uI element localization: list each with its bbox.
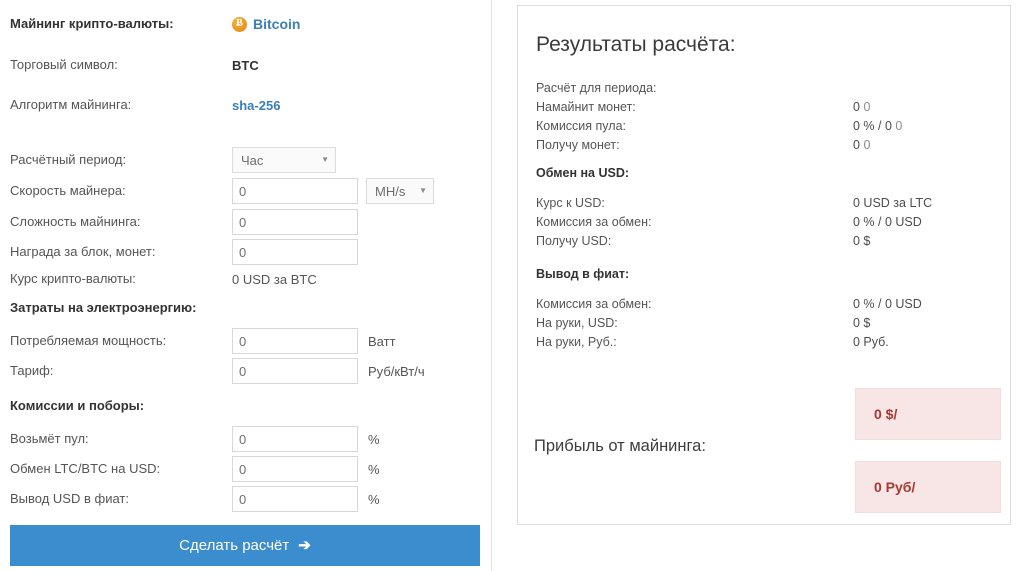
coin-price-label: Курс крипто-валюты: — [10, 271, 136, 287]
result-period-label: Расчёт для периода: — [536, 80, 657, 95]
fiat-rub-row: На руки, Руб.: 0 Руб. — [536, 332, 996, 351]
chevron-down-icon: ▼ — [321, 155, 329, 164]
result-receive-coins-value-secondary: 0 — [863, 137, 871, 152]
usd-fee-value: 0 % / 0 USD — [853, 214, 922, 229]
fiat-usd-row: На руки, USD: 0 $ — [536, 313, 996, 332]
exchange-fee-label: Обмен LTC/BTC на USD: — [10, 461, 161, 477]
profit-usd-box: 0 $/ — [855, 388, 1001, 440]
coin-price-value: 0 USD за BTC — [232, 271, 317, 287]
tariff-row: Тариф: Руб/кВт/ч — [10, 358, 479, 384]
withdraw-fee-input[interactable] — [232, 486, 358, 512]
usd-rate-row: Курс к USD: 0 USD за LTC — [536, 193, 996, 212]
usd-section-title: Обмен на USD: — [536, 165, 630, 180]
fiat-usd-value: 0 $ — [853, 315, 871, 330]
fiat-usd-label: На руки, USD: — [536, 315, 618, 330]
hashrate-input[interactable] — [232, 178, 358, 204]
usd-fee-row: Комиссия за обмен: 0 % / 0 USD — [536, 212, 996, 231]
withdraw-fee-row: Вывод USD в фиат: % — [10, 486, 479, 512]
calculate-button[interactable]: Сделать расчёт ➔ — [10, 525, 480, 566]
fiat-rub-label: На руки, Руб.: — [536, 334, 617, 349]
period-label: Расчётный период: — [10, 152, 127, 168]
block-reward-input[interactable] — [232, 239, 358, 265]
block-reward-row: Награда за блок, монет: — [10, 239, 479, 265]
usd-receive-label: Получу USD: — [536, 233, 612, 248]
result-pool-fee-label: Комиссия пула: — [536, 118, 626, 133]
bitcoin-coin-icon: Ƀ — [232, 16, 247, 32]
fiat-section-title: Вывод в фиат: — [536, 266, 630, 281]
fees-section-title: Комиссии и поборы: — [10, 398, 145, 413]
usd-receive-value: 0 $ — [853, 233, 871, 248]
profit-rub-box: 0 Руб/ — [855, 461, 1001, 513]
results-title: Результаты расчёта: — [536, 33, 736, 56]
pool-fee-unit: % — [368, 431, 380, 447]
pool-fee-input[interactable] — [232, 426, 358, 452]
power-section-title: Затраты на электроэнергию: — [10, 300, 197, 315]
result-mined-value: 0 0 — [853, 99, 871, 114]
ticker-value: BTC — [232, 57, 259, 73]
hashrate-label: Скорость майнера: — [10, 183, 126, 199]
period-selected-value: Час — [241, 152, 264, 168]
exchange-fee-input[interactable] — [232, 456, 358, 482]
hashrate-unit-select[interactable]: MH/s ▼ — [366, 178, 434, 204]
power-input[interactable] — [232, 328, 358, 354]
result-period-row: Расчёт для периода: — [536, 78, 996, 97]
tariff-unit: Руб/кВт/ч — [368, 363, 425, 379]
result-mined-value-secondary: 0 — [863, 99, 871, 114]
exchange-fee-row: Обмен LTC/BTC на USD: % — [10, 456, 479, 482]
result-pool-fee-row: Комиссия пула: 0 % / 0 0 — [536, 116, 996, 135]
result-receive-coins-label: Получу монет: — [536, 137, 620, 152]
tariff-input[interactable] — [232, 358, 358, 384]
fiat-fee-value: 0 % / 0 USD — [853, 296, 922, 311]
difficulty-row: Сложность майнинга: — [10, 209, 479, 235]
power-row: Потребляемая мощность: Ватт — [10, 328, 479, 354]
hashrate-unit-value: MH/s — [375, 183, 406, 199]
fiat-fee-label: Комиссия за обмен: — [536, 296, 652, 311]
result-pool-fee-value-secondary: 0 — [895, 118, 903, 133]
currency-row: Майнинг крипто-валюты: Ƀ Bitcoin — [10, 13, 479, 35]
exchange-fee-unit: % — [368, 461, 380, 477]
block-reward-label: Награда за блок, монет: — [10, 244, 156, 260]
currency-value[interactable]: Ƀ Bitcoin — [232, 16, 300, 32]
usd-rate-value: 0 USD за LTC — [853, 195, 933, 210]
ticker-row: Торговый символ: BTC — [10, 54, 479, 76]
usd-receive-row: Получу USD: 0 $ — [536, 231, 996, 250]
withdraw-fee-label: Вывод USD в фиат: — [10, 491, 129, 507]
tariff-label: Тариф: — [10, 363, 54, 379]
coin-price-row: Курс крипто-валюты: 0 USD за BTC — [10, 268, 479, 290]
pool-fee-row: Возьмёт пул: % — [10, 426, 479, 452]
difficulty-input[interactable] — [232, 209, 358, 235]
profit-label: Прибыль от майнинга: — [534, 437, 706, 455]
period-row: Расчётный период: Час ▼ — [10, 147, 479, 173]
arrow-right-icon: ➔ — [298, 537, 311, 554]
result-mined-label: Намайнит монет: — [536, 99, 636, 114]
algorithm-label: Алгоритм майнинга: — [10, 97, 132, 113]
fiat-rub-value: 0 Руб. — [853, 334, 889, 349]
withdraw-fee-unit: % — [368, 491, 380, 507]
chevron-down-icon: ▼ — [419, 186, 427, 195]
pool-fee-label: Возьмёт пул: — [10, 431, 89, 447]
usd-fee-label: Комиссия за обмен: — [536, 214, 652, 229]
power-unit: Ватт — [368, 333, 396, 349]
hashrate-row: Скорость майнера: MH/s ▼ — [10, 178, 479, 204]
currency-label: Майнинг крипто-валюты: — [10, 16, 174, 32]
fiat-section-row: Вывод в фиат: — [536, 264, 996, 283]
result-pool-fee-value: 0 % / 0 0 — [853, 118, 903, 133]
result-receive-coins-value: 0 0 — [853, 137, 871, 152]
fiat-fee-row: Комиссия за обмен: 0 % / 0 USD — [536, 294, 996, 313]
result-mined-row: Намайнит монет: 0 0 — [536, 97, 996, 116]
usd-rate-label: Курс к USD: — [536, 195, 605, 210]
calculate-button-label: Сделать расчёт — [179, 537, 290, 554]
mining-input-panel: Майнинг крипто-валюты: Ƀ Bitcoin Торговы… — [0, 0, 492, 571]
ticker-label: Торговый символ: — [10, 57, 118, 73]
difficulty-label: Сложность майнинга: — [10, 214, 141, 230]
currency-name: Bitcoin — [253, 16, 301, 32]
usd-section-row: Обмен на USD: — [536, 163, 996, 182]
algorithm-row: Алгоритм майнинга: sha-256 — [10, 94, 479, 116]
algorithm-value[interactable]: sha-256 — [232, 98, 280, 113]
result-receive-coins-row: Получу монет: 0 0 — [536, 135, 996, 154]
power-label: Потребляемая мощность: — [10, 333, 167, 349]
period-select[interactable]: Час ▼ — [232, 147, 336, 173]
